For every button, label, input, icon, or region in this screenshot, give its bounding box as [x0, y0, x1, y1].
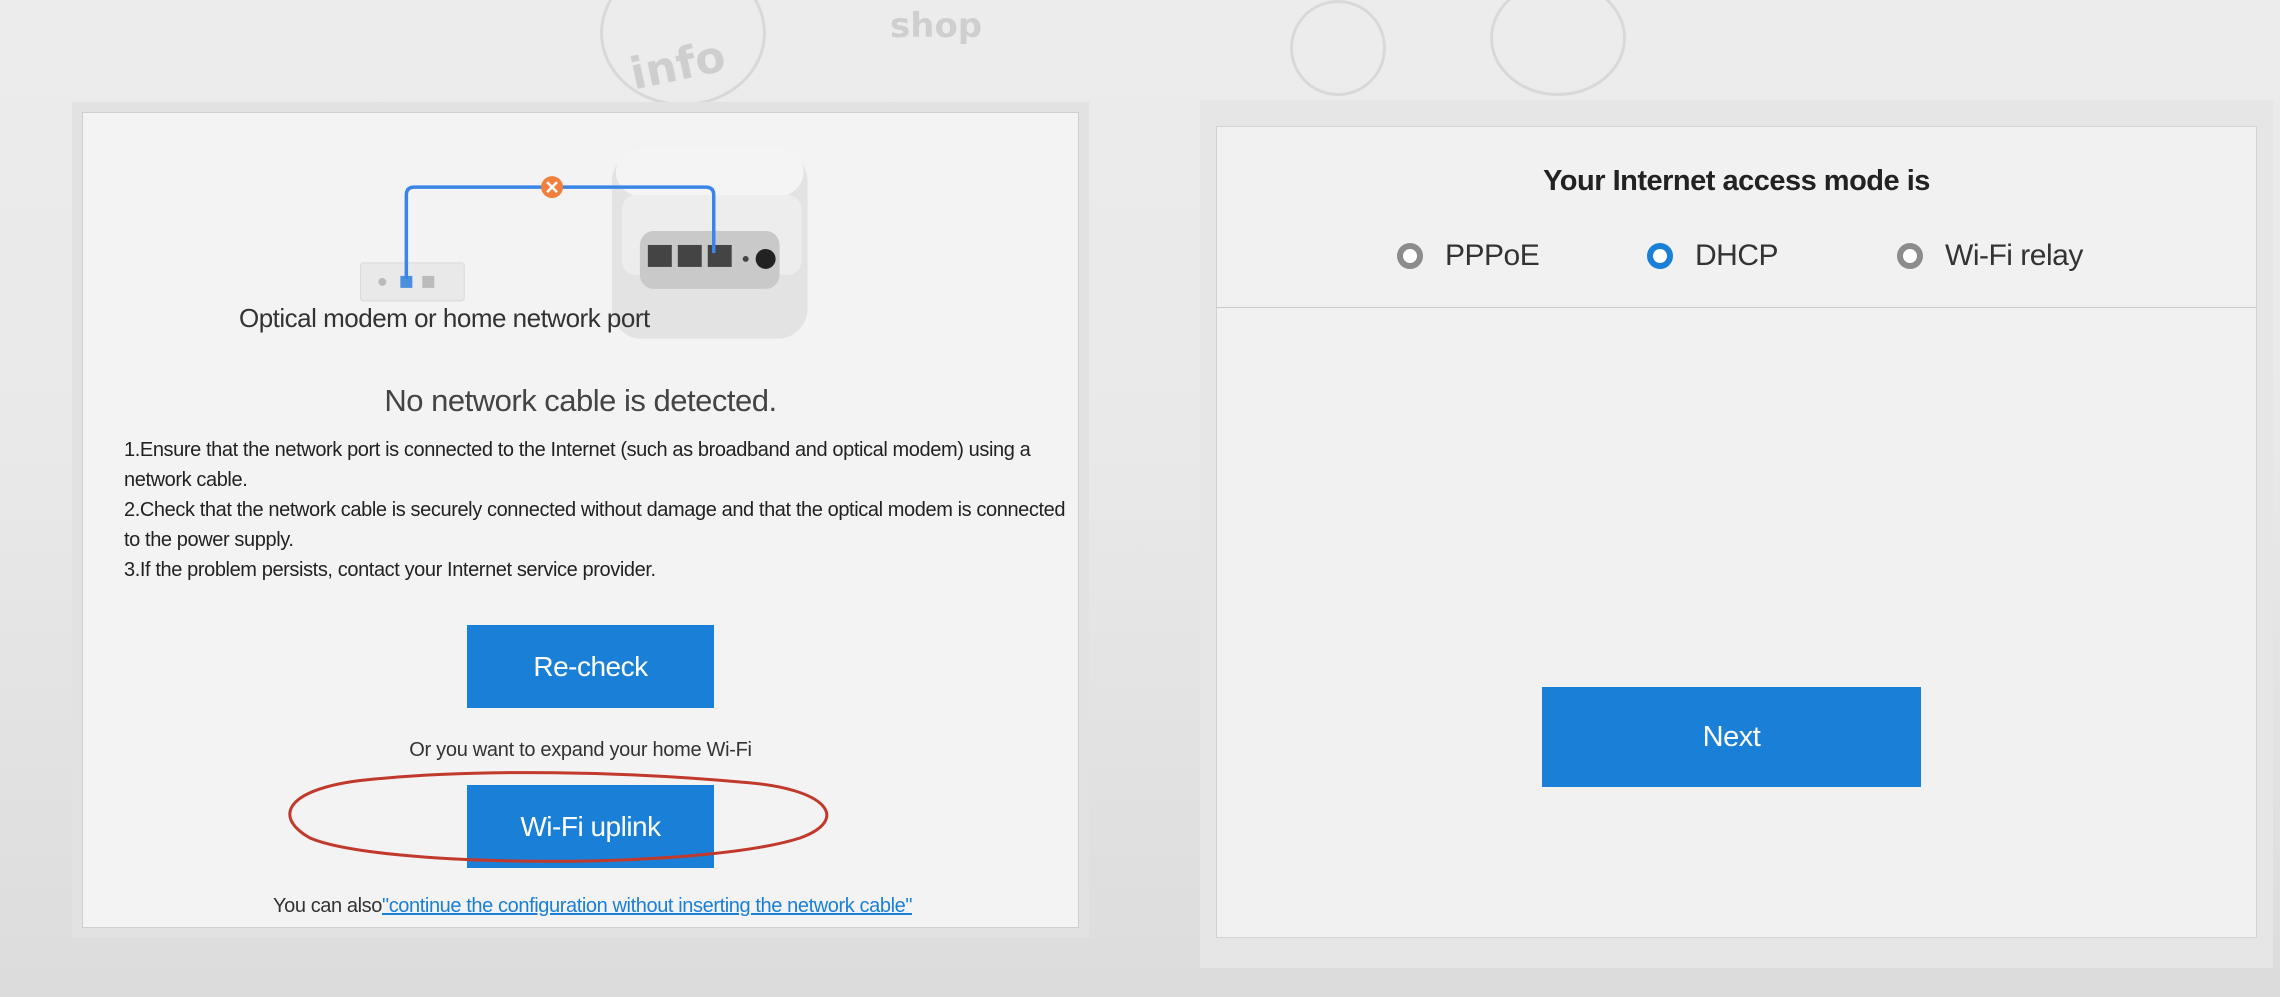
continue-prefix: You can also — [273, 895, 382, 917]
continue-line: You can also"continue the configuration … — [273, 895, 912, 918]
expand-wifi-text: Or you want to expand your home Wi-Fi — [409, 739, 752, 761]
doodle-circle — [1490, 0, 1626, 96]
modem-label: Optical modem or home network port — [239, 303, 650, 333]
instruction-item: 2.Check that the network cable is secure… — [124, 499, 1066, 551]
doodle-circle — [1290, 0, 1386, 96]
doodle-shop-text: shop — [890, 6, 983, 46]
instructions-list: 1.Ensure that the network port is connec… — [124, 435, 1074, 585]
radio-dhcp[interactable]: DHCP — [1647, 239, 1779, 273]
next-button[interactable]: Next — [1542, 687, 1921, 787]
instruction-item: 1.Ensure that the network port is connec… — [124, 439, 1031, 491]
radio-label: Wi-Fi relay — [1945, 239, 2083, 272]
access-mode-title: Your Internet access mode is — [1543, 165, 1930, 197]
recheck-button[interactable]: Re-check — [467, 625, 714, 708]
wall-port-icon — [359, 262, 465, 302]
access-mode-card: Your Internet access mode is PPPoE DHCP … — [1216, 126, 2257, 938]
wifi-uplink-button[interactable]: Wi-Fi uplink — [467, 785, 714, 868]
radio-label: PPPoE — [1445, 239, 1540, 272]
radio-unselected-icon — [1397, 243, 1423, 269]
disconnected-x-icon — [541, 176, 564, 199]
radio-selected-icon — [1647, 243, 1673, 269]
radio-unselected-icon — [1897, 243, 1923, 269]
divider — [1217, 307, 2256, 308]
instruction-item: 3.If the problem persists, contact your … — [124, 559, 656, 581]
access-mode-options: PPPoE DHCP Wi-Fi relay — [1217, 239, 2256, 279]
continue-without-cable-link[interactable]: "continue the configuration without inse… — [382, 895, 912, 917]
radio-pppoe[interactable]: PPPoE — [1397, 239, 1540, 273]
radio-wifi-relay[interactable]: Wi-Fi relay — [1897, 239, 2083, 273]
access-mode-panel: Your Internet access mode is PPPoE DHCP … — [1200, 100, 2273, 968]
radio-label: DHCP — [1695, 239, 1779, 272]
network-cable-panel: Optical modem or home network port No ne… — [72, 102, 1089, 938]
network-cable-card: Optical modem or home network port No ne… — [82, 112, 1079, 928]
status-title: No network cable is detected. — [384, 383, 777, 418]
